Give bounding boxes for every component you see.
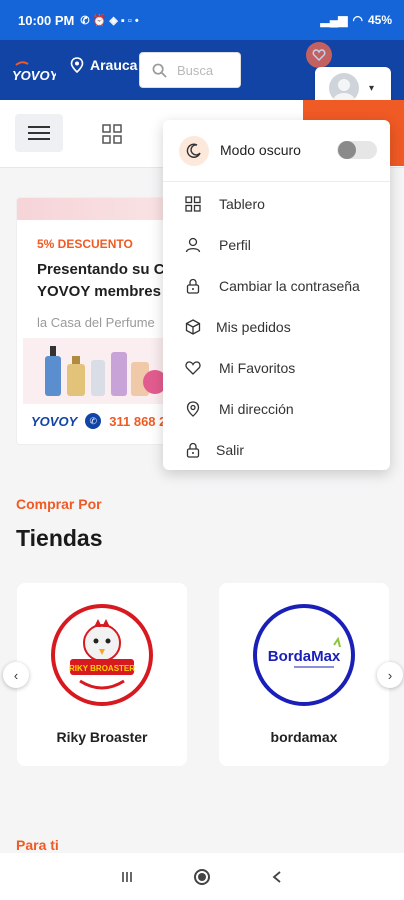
- user-icon: [185, 237, 201, 252]
- location-pin-icon: [70, 57, 84, 73]
- promo-title-line2: YOVOY membres: [37, 283, 161, 300]
- yovoy-logo[interactable]: YOVOY: [10, 58, 60, 86]
- bordamax-logo: BordaMax: [253, 604, 355, 706]
- store-card-bordamax[interactable]: BordaMax bordamax: [219, 583, 389, 766]
- lock-icon: [186, 278, 200, 294]
- menu-item-direccion[interactable]: Mi dirección: [163, 388, 390, 429]
- moon-icon: [179, 136, 209, 166]
- menu-item-label: Mis pedidos: [216, 318, 291, 335]
- home-icon[interactable]: [187, 862, 217, 892]
- battery-text: 45%: [367, 13, 392, 27]
- status-bar: 10:00 PM ✆ ⏰ ◈ ▪ ▫ • ▂▄▆ ◠ 45%: [0, 0, 404, 40]
- menu-item-label: Mi Favoritos: [219, 359, 296, 376]
- shop-by-label: Comprar Por: [16, 496, 102, 512]
- dark-mode-label: Modo oscuro: [220, 142, 301, 158]
- search-placeholder: Busca: [177, 62, 214, 78]
- chevron-down-icon: ▾: [369, 82, 375, 94]
- menu-item-change-password[interactable]: Cambiar la contraseña: [163, 265, 390, 306]
- location-text: Arauca: [90, 57, 138, 73]
- carousel-next-button[interactable]: ›: [377, 662, 403, 688]
- whatsapp-icon: ✆: [85, 413, 102, 429]
- promo-brand: YOVOY: [31, 413, 78, 429]
- avatar: [329, 73, 359, 103]
- box-icon: [185, 318, 201, 335]
- account-dropdown-menu: Modo oscuro Tablero Perfil Cambiar la co…: [163, 120, 390, 470]
- heart-icon: [312, 49, 326, 62]
- promo-title: Presentando su C YOVOY membres: [37, 259, 165, 303]
- search-input[interactable]: Busca: [139, 52, 241, 88]
- search-icon: [152, 63, 167, 78]
- promo-phone: 311 868 2: [109, 413, 167, 429]
- heart-icon: [185, 360, 201, 375]
- dashboard-icon: [185, 195, 201, 212]
- location-selector[interactable]: Arauca: [70, 57, 137, 73]
- menu-item-favoritos[interactable]: Mi Favoritos: [163, 347, 390, 388]
- promo-subtitle: la Casa del Perfume: [37, 315, 155, 330]
- wifi-icon: ◠: [352, 13, 363, 27]
- hamburger-menu-button[interactable]: [15, 114, 63, 152]
- menu-item-salir[interactable]: Salir: [163, 429, 390, 470]
- signal-icon: ▂▄▆: [320, 13, 348, 27]
- system-nav-bar: [0, 853, 404, 900]
- location-icon: [186, 400, 200, 417]
- recent-apps-icon[interactable]: [112, 862, 142, 892]
- menu-item-label: Mi dirección: [219, 400, 294, 417]
- promo-title-line1: Presentando su C: [37, 261, 165, 278]
- dark-mode-row[interactable]: Modo oscuro: [163, 120, 390, 182]
- status-time: 10:00 PM: [18, 12, 75, 28]
- app-header: YOVOY Arauca Busca ▾: [0, 40, 404, 109]
- menu-item-perfil[interactable]: Perfil: [163, 224, 390, 265]
- menu-item-label: Salir: [216, 441, 245, 458]
- promo-discount: 5% DESCUENTO: [37, 237, 133, 251]
- menu-item-mis-pedidos[interactable]: Mis pedidos: [163, 306, 390, 347]
- back-icon[interactable]: [262, 862, 292, 892]
- store-card-riky-broaster[interactable]: RIKY BROASTER Riky Broaster: [17, 583, 187, 766]
- notification-icons: ✆ ⏰ ◈ ▪ ▫ •: [80, 14, 139, 27]
- riky-broaster-logo: RIKY BROASTER: [51, 604, 153, 706]
- grid-view-icon[interactable]: [102, 124, 122, 144]
- menu-item-tablero[interactable]: Tablero: [163, 183, 390, 224]
- favorites-badge[interactable]: [306, 42, 332, 68]
- logo-text: YOVOY: [12, 68, 56, 83]
- menu-item-label: Perfil: [219, 236, 251, 253]
- for-you-label: Para ti: [16, 837, 59, 853]
- stores-title: Tiendas: [16, 525, 103, 551]
- status-right: ▂▄▆ ◠ 45%: [321, 13, 392, 27]
- store-name: Riky Broaster: [56, 729, 148, 745]
- svg-text:BordaMax: BordaMax: [268, 648, 341, 665]
- carousel-prev-button[interactable]: ‹: [3, 662, 29, 688]
- menu-item-label: Tablero: [219, 195, 265, 212]
- promo-footer: YOVOY ✆ 311 868 2: [31, 413, 166, 429]
- dark-mode-toggle[interactable]: [337, 141, 377, 159]
- svg-text:RIKY BROASTER: RIKY BROASTER: [69, 664, 135, 673]
- lock-icon: [186, 442, 200, 458]
- menu-item-label: Cambiar la contraseña: [219, 277, 360, 294]
- store-name: bordamax: [270, 729, 338, 745]
